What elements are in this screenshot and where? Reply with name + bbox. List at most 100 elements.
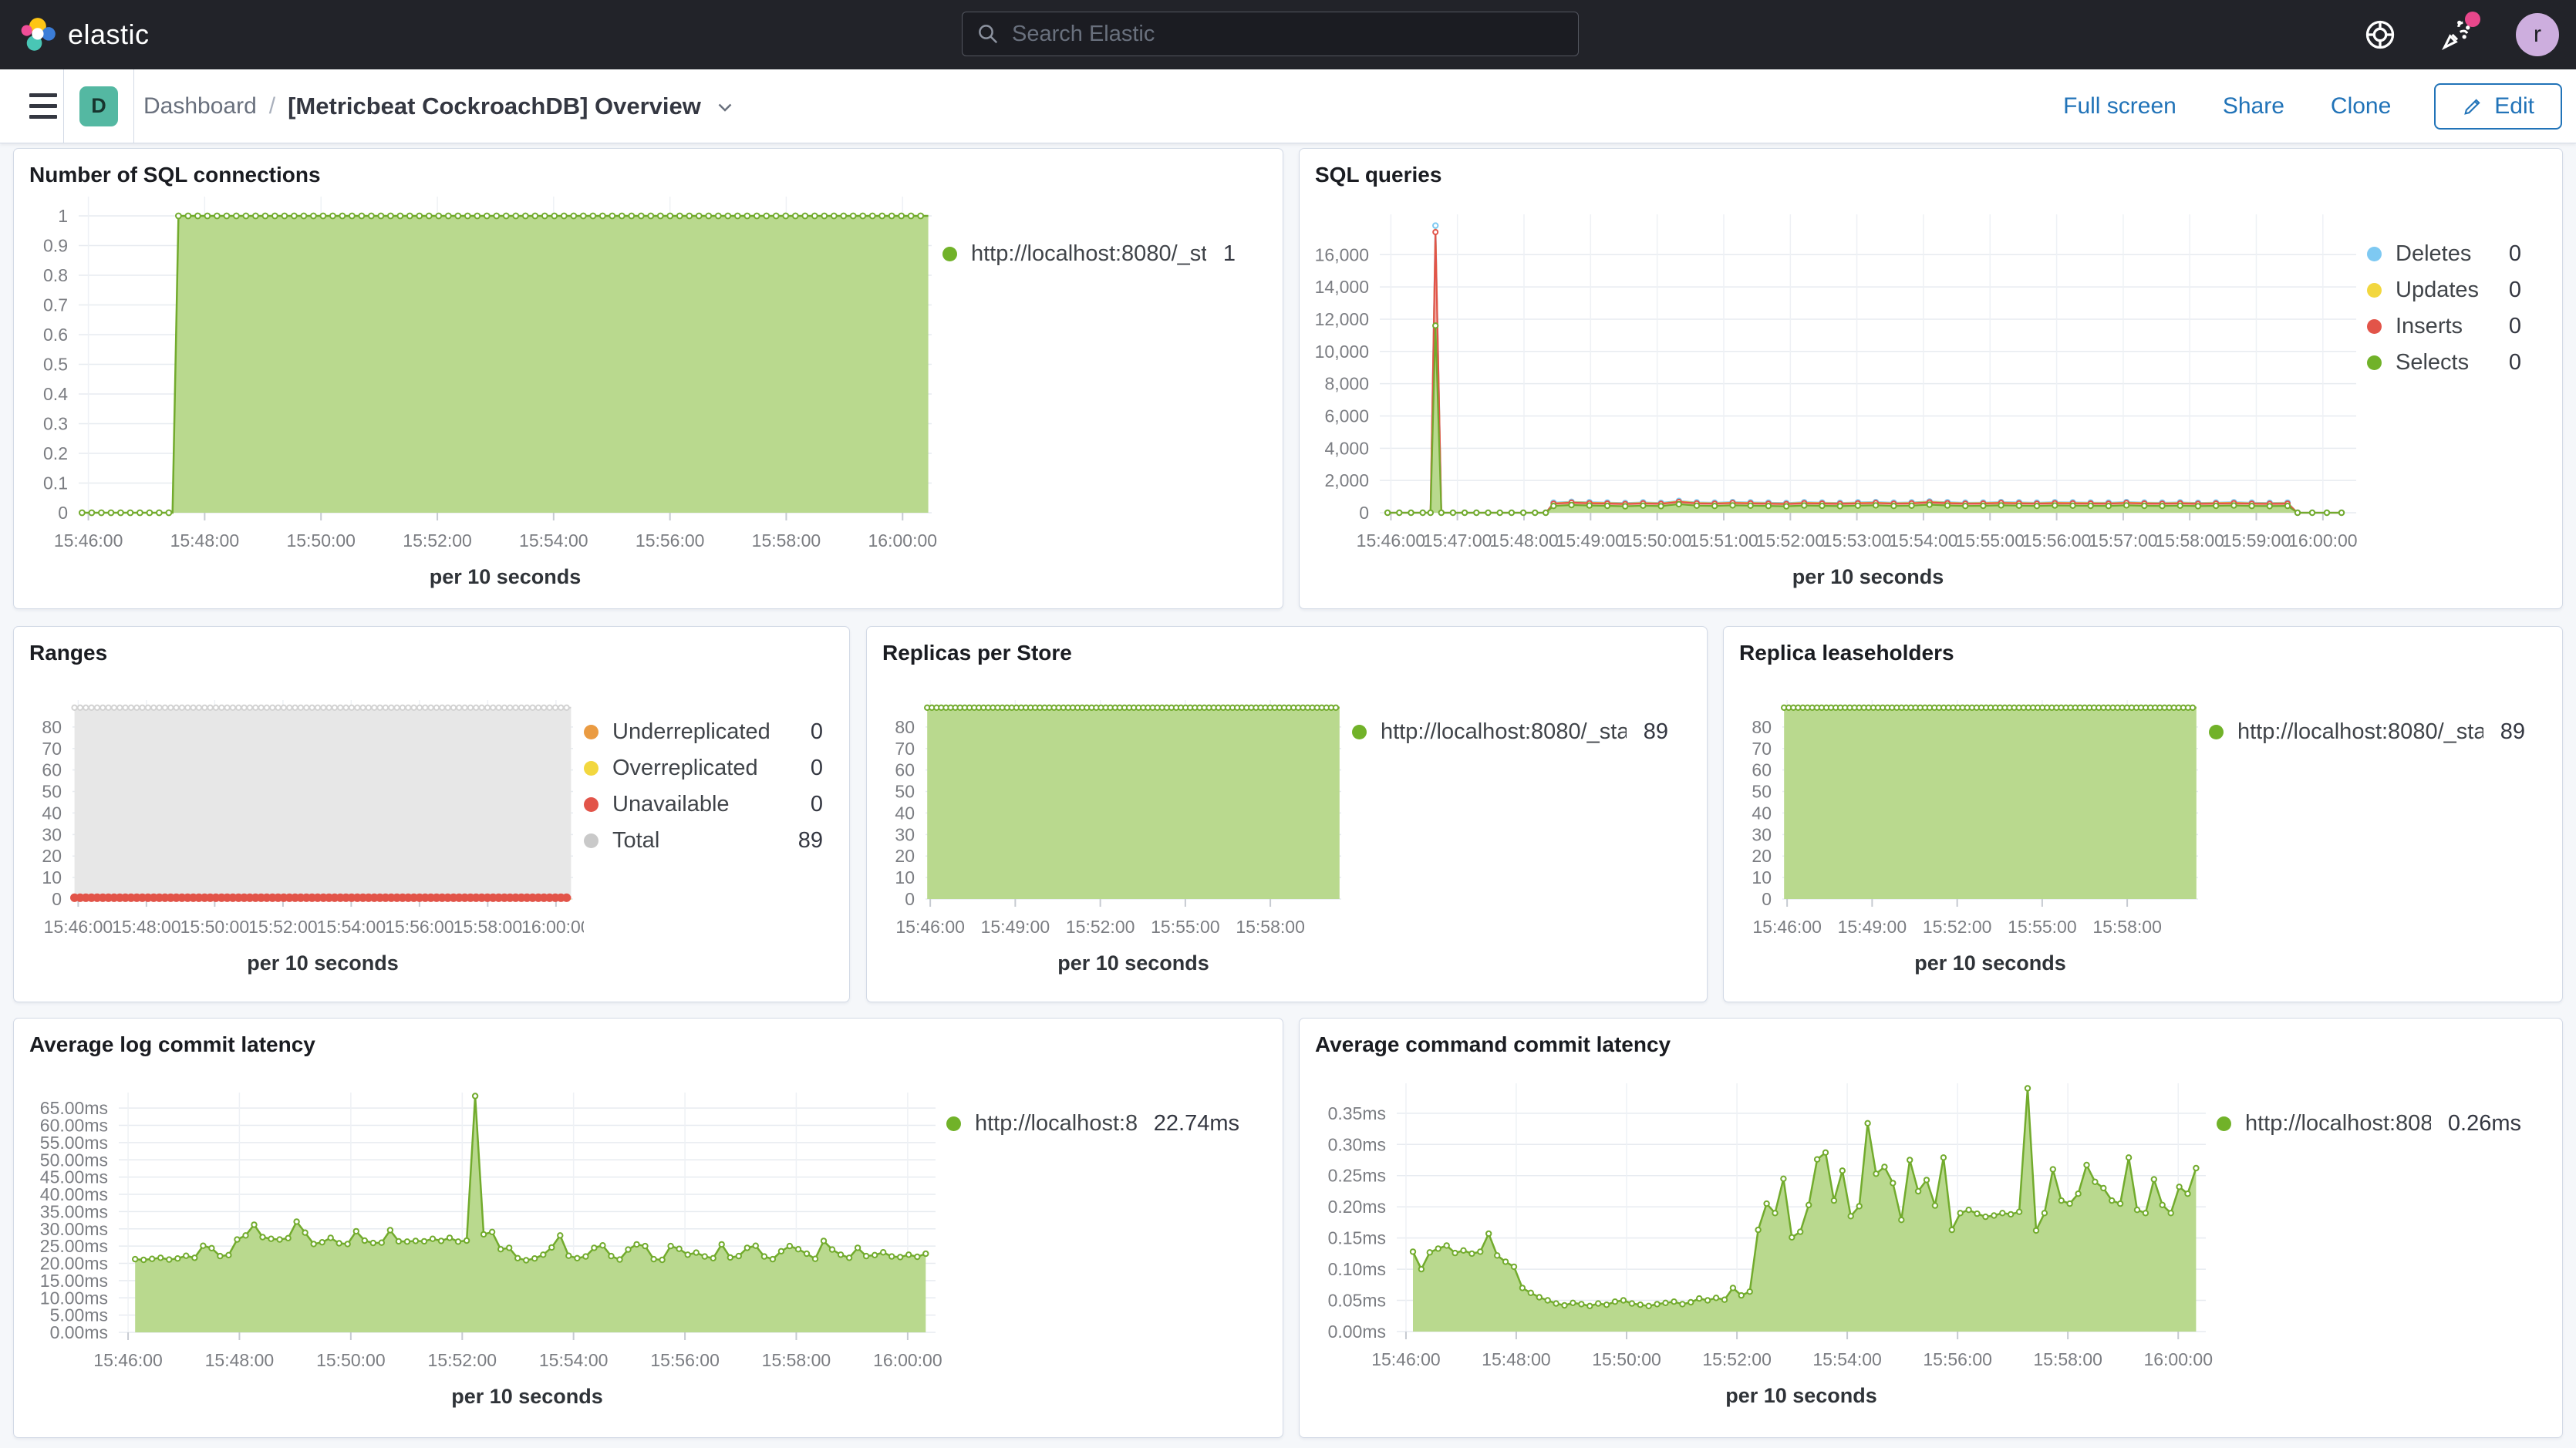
help-icon[interactable] (2362, 16, 2399, 53)
svg-text:15:58:00: 15:58:00 (2092, 917, 2162, 937)
svg-text:2,000: 2,000 (1324, 470, 1369, 490)
search-input[interactable] (1010, 21, 1546, 48)
breadcrumb-separator: / (269, 93, 275, 120)
svg-text:0: 0 (905, 889, 915, 909)
svg-text:50: 50 (895, 782, 915, 802)
legend-value: 0 (811, 756, 823, 781)
legend-item[interactable]: Deletes0 (2367, 241, 2521, 267)
legend-swatch (584, 797, 598, 812)
legend: Deletes0 Updates0 Inserts0 Selects 0 (2367, 187, 2537, 588)
panel-title: Average log commit latency (14, 1019, 1283, 1057)
legend: http://localhost:8080/_sta...89 (2209, 665, 2541, 988)
elastic-logo-icon (20, 16, 57, 53)
legend-item[interactable]: Underreplicated0 (584, 719, 823, 745)
chart-p3[interactable]: 8070605040302010015:46:0015:48:0015:50:0… (17, 665, 584, 988)
svg-text:15:47:00: 15:47:00 (1423, 530, 1492, 551)
avatar[interactable]: r (2516, 13, 2559, 56)
chart-p4[interactable]: 8070605040302010015:46:0015:49:0015:52:0… (870, 665, 1352, 988)
top-nav: elastic (0, 0, 2576, 69)
svg-text:15:46:00: 15:46:00 (895, 917, 965, 937)
svg-text:0: 0 (1359, 503, 1369, 523)
svg-text:15:58:00: 15:58:00 (752, 530, 821, 551)
svg-text:30: 30 (42, 824, 62, 844)
svg-text:15:59:00: 15:59:00 (2222, 530, 2291, 551)
chart-p2[interactable]: 16,00014,00012,00010,0008,0006,0004,0002… (1303, 187, 2367, 588)
breadcrumb-dashboard-link[interactable]: Dashboard (143, 93, 257, 120)
legend-item[interactable]: http://localhost:8080/_sta...89 (2209, 719, 2525, 745)
chevron-down-icon[interactable] (713, 95, 737, 118)
svg-text:15:57:00: 15:57:00 (2089, 530, 2158, 551)
page-title: [Metricbeat CockroachDB] Overview (288, 93, 701, 120)
edit-button[interactable]: Edit (2434, 83, 2562, 130)
legend-item[interactable]: Unavailable0 (584, 792, 823, 817)
legend-swatch (2217, 1116, 2231, 1131)
svg-text:per 10 seconds: per 10 seconds (1057, 951, 1209, 975)
svg-text:80: 80 (895, 717, 915, 737)
svg-text:15:58:00: 15:58:00 (1236, 917, 1305, 937)
svg-text:15:58:00: 15:58:00 (762, 1350, 831, 1370)
legend-swatch (2367, 319, 2382, 334)
global-search[interactable] (962, 12, 1579, 56)
legend-item[interactable]: Overreplicated0 (584, 756, 823, 781)
legend-label: Selects (2396, 350, 2492, 375)
legend: http://localhost:8080/_stat...1 (942, 187, 1251, 588)
menu-icon[interactable] (23, 86, 63, 126)
svg-text:15:48:00: 15:48:00 (205, 1350, 275, 1370)
elastic-logo[interactable]: elastic (20, 16, 150, 53)
svg-text:0.7: 0.7 (43, 295, 68, 315)
svg-text:15:58:00: 15:58:00 (2155, 530, 2224, 551)
legend-item[interactable]: http://localhost:808...22.74ms (946, 1111, 1239, 1137)
svg-text:15:49:00: 15:49:00 (981, 917, 1050, 937)
legend-swatch (584, 833, 598, 848)
legend-value: 89 (798, 828, 823, 854)
svg-text:15:50:00: 15:50:00 (180, 917, 250, 937)
legend-item[interactable]: http://localhost:8080...0.26ms (2217, 1111, 2521, 1137)
chart-p5[interactable]: 8070605040302010015:46:0015:49:0015:52:0… (1727, 665, 2209, 988)
divider (133, 69, 134, 143)
legend: http://localhost:8080/_sta...89 (1352, 665, 1684, 988)
svg-text:16:00:00: 16:00:00 (521, 917, 584, 937)
svg-text:0: 0 (1762, 889, 1772, 909)
svg-text:15:56:00: 15:56:00 (1923, 1349, 1992, 1369)
divider (63, 69, 64, 143)
svg-text:15:50:00: 15:50:00 (1623, 530, 1692, 551)
svg-text:15:52:00: 15:52:00 (1923, 917, 1992, 937)
svg-text:15:51:00: 15:51:00 (1689, 530, 1758, 551)
legend-item[interactable]: Inserts0 (2367, 314, 2521, 339)
clone-button[interactable]: Clone (2331, 93, 2391, 120)
legend-value: 0 (2509, 350, 2521, 375)
dashboard-badge[interactable]: D (79, 86, 118, 126)
panel-p7: Average command commit latency0.35ms0.30… (1299, 1018, 2563, 1438)
legend-item[interactable]: Updates0 (2367, 278, 2521, 303)
legend-item[interactable]: http://localhost:8080/_sta...89 (1352, 719, 1668, 745)
svg-text:8,000: 8,000 (1324, 374, 1369, 394)
legend-item[interactable]: Selects 0 (2367, 350, 2521, 375)
svg-text:0.30ms: 0.30ms (1328, 1134, 1386, 1154)
svg-text:16,000: 16,000 (1315, 244, 1369, 264)
brand-text: elastic (68, 19, 150, 51)
chart-p6[interactable]: 65.00ms60.00ms55.00ms50.00ms45.00ms40.00… (17, 1057, 946, 1431)
full-screen-button[interactable]: Full screen (2063, 93, 2176, 120)
svg-text:15:56:00: 15:56:00 (636, 530, 705, 551)
svg-text:16:00:00: 16:00:00 (868, 530, 938, 551)
chart-p1[interactable]: 10.90.80.70.60.50.40.30.20.1015:46:0015:… (17, 187, 942, 588)
svg-text:15:54:00: 15:54:00 (539, 1350, 609, 1370)
legend-swatch (2367, 283, 2382, 298)
legend-label: http://localhost:8080/_sta... (1381, 719, 1627, 745)
legend-swatch (1352, 725, 1367, 739)
legend: http://localhost:8080...0.26ms (2217, 1057, 2537, 1431)
svg-text:0.20ms: 0.20ms (1328, 1197, 1386, 1217)
svg-text:70: 70 (895, 739, 915, 759)
svg-text:0.35ms: 0.35ms (1328, 1103, 1386, 1123)
newsfeed-icon[interactable] (2439, 16, 2476, 53)
legend-item[interactable]: Total89 (584, 828, 823, 854)
legend-item[interactable]: http://localhost:8080/_stat...1 (942, 241, 1236, 267)
svg-text:10: 10 (895, 867, 915, 887)
legend-value: 0 (2509, 314, 2521, 339)
svg-text:50: 50 (42, 782, 62, 802)
svg-text:0.3: 0.3 (43, 414, 68, 434)
legend-label: http://localhost:8080/_stat... (971, 241, 1206, 267)
share-button[interactable]: Share (2223, 93, 2284, 120)
chart-p7[interactable]: 0.35ms0.30ms0.25ms0.20ms0.15ms0.10ms0.05… (1303, 1057, 2217, 1431)
svg-text:40: 40 (1752, 803, 1772, 823)
